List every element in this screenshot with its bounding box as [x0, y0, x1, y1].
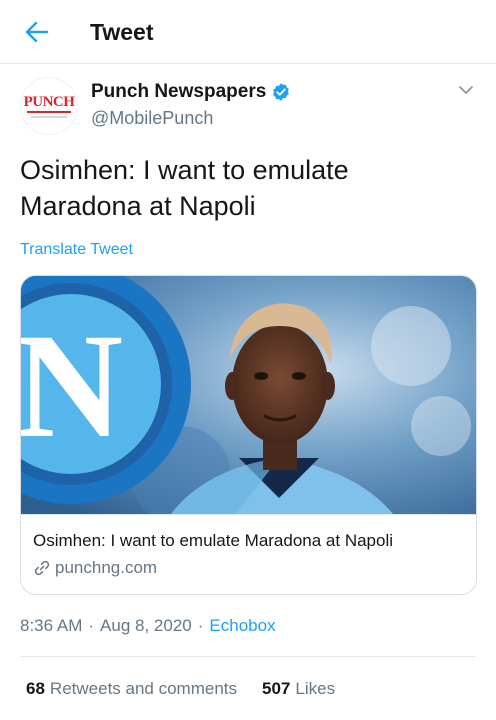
author-name[interactable]: Punch Newspapers	[91, 80, 291, 104]
retweets-label: Retweets and comments	[49, 679, 238, 698]
divider	[20, 656, 476, 657]
tweet-stats: 68 Retweets and comments 507 Likes	[26, 677, 335, 701]
punch-logo: PUNCH	[23, 93, 75, 110]
avatar[interactable]: PUNCH	[20, 77, 78, 135]
card-image: N	[21, 276, 476, 514]
tweet-text: Osimhen: I want to emulate Maradona at N…	[20, 155, 349, 221]
retweets-stat[interactable]: 68 Retweets and comments	[26, 677, 237, 701]
author-handle[interactable]: @MobilePunch	[91, 106, 213, 130]
tweet-date[interactable]: Aug 8, 2020	[100, 614, 192, 638]
tweet-time[interactable]: 8:36 AM	[20, 614, 82, 638]
card-domain-text: punchng.com	[55, 558, 158, 577]
chevron-down-icon	[459, 86, 473, 94]
logo-rule	[27, 110, 71, 113]
napoli-logo-letter: N	[21, 303, 123, 469]
link-icon	[34, 560, 50, 576]
likes-count: 507	[262, 679, 291, 698]
tweet-source-link[interactable]: Echobox	[209, 614, 275, 638]
card-title: Osimhen: I want to emulate Maradona at N…	[33, 531, 394, 550]
card-body: Osimhen: I want to emulate Maradona at N…	[21, 514, 476, 594]
logo-tagline	[31, 115, 67, 118]
likes-label: Likes	[295, 679, 336, 698]
more-options-button[interactable]	[456, 80, 476, 100]
translate-tweet-link[interactable]: Translate Tweet	[20, 239, 133, 261]
author-name-text: Punch Newspapers	[91, 81, 267, 102]
link-card[interactable]: N Osimhen: I want to emulate Maradona at…	[20, 275, 477, 595]
verified-badge-icon	[273, 83, 290, 101]
meta-separator: ·	[197, 616, 204, 635]
tweet-metadata: 8:36 AM · Aug 8, 2020 · Echobox	[20, 614, 276, 638]
retweets-count: 68	[26, 679, 45, 698]
page-title: Tweet	[90, 19, 154, 45]
back-button[interactable]	[22, 18, 52, 46]
likes-stat[interactable]: 507 Likes	[262, 677, 335, 701]
card-domain: punchng.com	[33, 557, 157, 579]
arrow-left-icon	[25, 21, 49, 43]
meta-separator: ·	[88, 616, 95, 635]
top-bar: Tweet	[0, 0, 496, 64]
